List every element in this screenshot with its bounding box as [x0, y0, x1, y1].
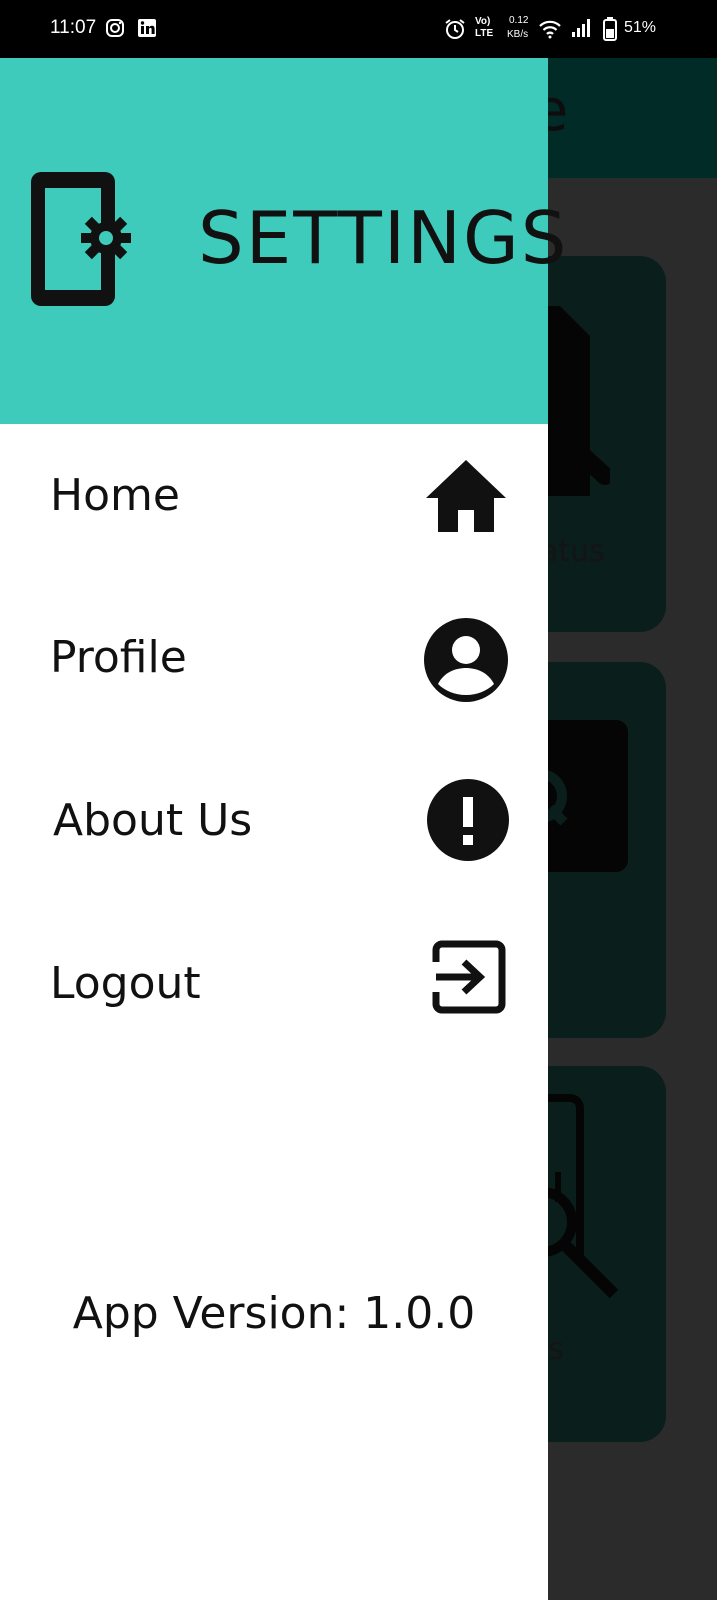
wifi-icon	[538, 19, 562, 43]
account-circle-icon	[424, 618, 508, 706]
home-icon	[424, 458, 508, 536]
alarm-icon	[444, 18, 466, 44]
data-speed-unit: KB/s	[507, 29, 529, 40]
menu-item-about-us[interactable]: About Us	[0, 763, 548, 883]
drawer-title: SETTINGS	[198, 196, 569, 280]
info-exclamation-icon	[427, 779, 509, 865]
menu-item-label: About Us	[53, 795, 253, 846]
menu-item-label: Home	[50, 470, 180, 521]
navigation-drawer: SETTINGS Home Profile About Us Logout Ap…	[0, 58, 566, 1600]
drawer-header: SETTINGS	[0, 58, 566, 424]
signal-icon	[571, 18, 593, 42]
menu-item-label: Profile	[50, 632, 187, 683]
status-bar: 11:07 Vo) LTE 0.12 KB/s 51%	[0, 0, 717, 58]
phone-settings-icon	[28, 172, 140, 310]
logout-icon	[432, 940, 506, 1018]
volte-bottom: LTE	[475, 28, 494, 39]
app-version: App Version: 1.0.0	[72, 1288, 476, 1339]
battery-percent: 51%	[624, 19, 657, 36]
menu-item-label: Logout	[50, 958, 201, 1009]
menu-item-home[interactable]: Home	[0, 438, 548, 558]
menu-item-profile[interactable]: Profile	[0, 600, 548, 720]
background-card-label: atus	[540, 534, 605, 569]
volte-top: Vo)	[475, 16, 491, 27]
menu-item-logout[interactable]: Logout	[0, 926, 548, 1046]
status-time: 11:07	[50, 17, 97, 38]
data-speed-value: 0.12	[509, 15, 529, 26]
battery-icon	[603, 17, 617, 45]
linkedin-icon	[137, 18, 157, 42]
instagram-icon	[105, 18, 125, 42]
